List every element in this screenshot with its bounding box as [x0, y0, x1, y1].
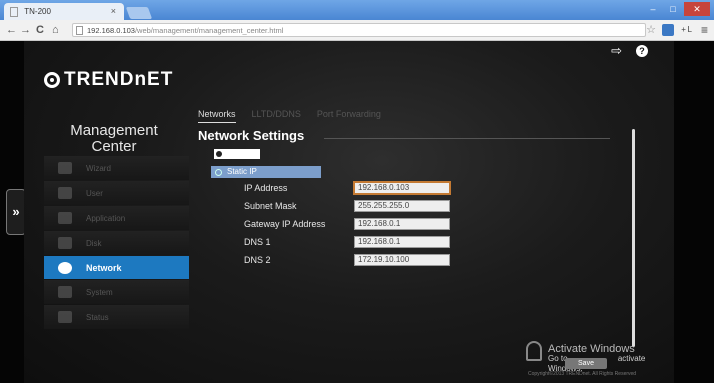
- home-button[interactable]: ⌂: [52, 22, 59, 38]
- sidebar-item-disk[interactable]: Disk: [44, 231, 189, 255]
- reload-button[interactable]: C: [36, 22, 44, 38]
- management-center-title: Management Center: [44, 123, 184, 155]
- url-input[interactable]: 192.168.0.103/web/management/management_…: [72, 23, 646, 37]
- form-row: IP Address: [244, 179, 450, 197]
- form-row: DNS 2: [244, 251, 450, 269]
- sidebar-item-label: Network: [86, 262, 122, 273]
- user-icon: [58, 187, 72, 199]
- minimize-button[interactable]: –: [644, 2, 662, 16]
- tab-close-icon[interactable]: ×: [111, 3, 116, 20]
- wizard-icon: [58, 162, 72, 174]
- new-tab-button[interactable]: [125, 7, 153, 19]
- network-icon: [58, 261, 72, 274]
- sidebar-nav: Wizard User Application Disk Network Sys…: [44, 156, 189, 330]
- section-tabs: Networks LLTD/DDNS Port Forwarding: [198, 109, 381, 123]
- subnet-mask-field[interactable]: [354, 200, 450, 212]
- document-icon: [76, 26, 83, 35]
- dhcp-radio[interactable]: [214, 149, 260, 159]
- url-host: 192.168.0.103: [87, 26, 135, 35]
- system-icon: [58, 286, 72, 298]
- form-row: Subnet Mask: [244, 197, 450, 215]
- tab-lltd-ddns[interactable]: LLTD/DDNS: [252, 109, 301, 123]
- radio-selected-icon: [215, 169, 222, 176]
- gateway-label: Gateway IP Address: [244, 219, 326, 229]
- trendnet-logo: TRENDnET: [44, 69, 173, 91]
- forward-button[interactable]: →: [20, 22, 31, 38]
- gateway-ip-field[interactable]: [354, 218, 450, 230]
- help-icon[interactable]: ?: [636, 45, 648, 57]
- form-row: Gateway IP Address: [244, 215, 450, 233]
- logo-ring-icon: [44, 72, 60, 88]
- network-form: IP Address Subnet Mask Gateway IP Addres…: [244, 179, 450, 269]
- extension-2-icon[interactable]: + L: [681, 24, 692, 36]
- form-row: DNS 1: [244, 233, 450, 251]
- static-ip-label: Static IP: [227, 167, 257, 176]
- tab-port-forwarding[interactable]: Port Forwarding: [317, 109, 381, 123]
- sidebar-item-label: Status: [86, 312, 109, 322]
- static-ip-radio[interactable]: Static IP: [211, 166, 321, 178]
- sidebar-item-wizard[interactable]: Wizard: [44, 156, 189, 180]
- sidebar-item-label: Application: [86, 213, 126, 223]
- sidebar-item-label: User: [86, 188, 103, 198]
- logo-text: TRENDnET: [64, 69, 174, 90]
- dns1-field[interactable]: [354, 236, 450, 248]
- status-icon: [58, 311, 72, 323]
- browser-tab[interactable]: TN-200 ×: [4, 3, 124, 20]
- save-button[interactable]: Save: [565, 358, 607, 369]
- back-button[interactable]: ←: [6, 22, 17, 38]
- sidebar-item-label: Wizard: [86, 163, 111, 173]
- management-panel: TRENDnET ⇨ ? Management Center Wizard Us…: [24, 41, 674, 383]
- copyright-text: Copyright©2013 TRENDnet. All Rights Rese…: [528, 371, 637, 377]
- window-titlebar: TN-200 × – □ ✕: [0, 0, 714, 20]
- sidebar-item-label: Disk: [86, 238, 102, 248]
- address-bar: ← → C ⌂ 192.168.0.103/web/management/man…: [0, 20, 714, 41]
- subnet-mask-label: Subnet Mask: [244, 201, 297, 211]
- logout-icon[interactable]: ⇨: [611, 43, 622, 59]
- url-path: /web/management/management_center.html: [134, 26, 284, 35]
- browser-menu-icon[interactable]: ≡: [701, 23, 708, 37]
- sidebar-toggle-button[interactable]: »: [6, 189, 26, 235]
- disk-icon: [58, 237, 72, 249]
- sidebar-item-label: System: [86, 287, 113, 297]
- section-divider: [324, 138, 610, 139]
- ip-address-field[interactable]: [354, 182, 450, 194]
- ip-address-label: IP Address: [244, 183, 288, 193]
- tab-title: TN-200: [24, 7, 51, 16]
- dns2-field[interactable]: [354, 254, 450, 266]
- application-icon: [58, 212, 72, 224]
- title-line-1: Management: [70, 122, 158, 139]
- watermark-title: Activate Windows: [548, 343, 635, 355]
- extension-icon[interactable]: [662, 24, 674, 36]
- title-line-2: Center: [91, 138, 137, 155]
- sidebar-item-network[interactable]: Network: [44, 256, 189, 279]
- maximize-button[interactable]: □: [664, 2, 682, 16]
- dns2-label: DNS 2: [244, 255, 271, 265]
- sidebar-item-status[interactable]: Status: [44, 305, 189, 329]
- tab-networks[interactable]: Networks: [198, 109, 236, 123]
- dns1-label: DNS 1: [244, 237, 271, 247]
- page-content: » TRENDnET ⇨ ? Management Center Wizard …: [0, 41, 714, 383]
- bookmark-star-icon[interactable]: ☆: [646, 23, 656, 36]
- close-window-button[interactable]: ✕: [684, 2, 710, 16]
- sidebar-item-application[interactable]: Application: [44, 206, 189, 230]
- page-icon: [10, 6, 18, 17]
- sidebar-item-system[interactable]: System: [44, 280, 189, 304]
- vertical-scrollbar[interactable]: [632, 129, 635, 347]
- sidebar-item-user[interactable]: User: [44, 181, 189, 205]
- section-title: Network Settings: [198, 128, 305, 143]
